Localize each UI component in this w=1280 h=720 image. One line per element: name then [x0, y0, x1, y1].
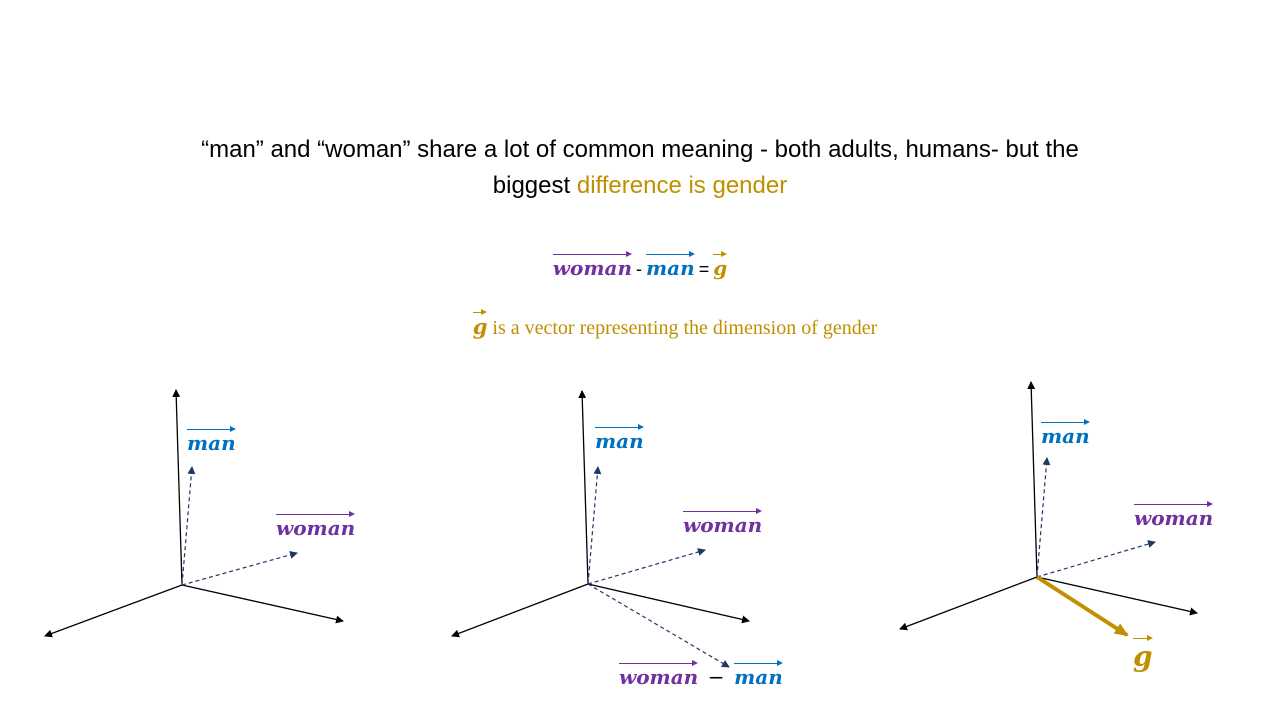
- panel-3-woman-vector: [1036, 540, 1156, 578]
- panel-3-woman-label: woman: [1134, 501, 1214, 530]
- slide: “man” and “woman” share a lot of common …: [0, 0, 1280, 720]
- panel-3-axis-left: [899, 576, 1038, 631]
- panel-1-axis-left: [44, 584, 183, 638]
- panel-1-woman-label: woman: [276, 511, 356, 540]
- vector-diagrams: [44, 381, 1198, 668]
- panel-2-woman-vector: [587, 548, 706, 585]
- panel-3-axis-right: [1036, 576, 1198, 616]
- panel-2-difference-minus: −: [707, 665, 725, 689]
- panel-3-axis-vertical: [1027, 381, 1038, 578]
- panel-2-man-label: man: [595, 424, 644, 453]
- panel-2-difference-vector: [587, 583, 730, 668]
- panel-2-difference-man: man: [734, 660, 783, 689]
- panel-2-axis-right: [587, 583, 750, 624]
- panel-2-man-vector: [587, 466, 602, 585]
- panel-3-gender-vector: [1035, 575, 1129, 637]
- panel-2-axis-left: [451, 583, 589, 638]
- panel-2-woman-label: woman: [683, 508, 763, 537]
- panel-1-axis-right: [181, 584, 344, 624]
- panel-3-man-vector: [1036, 457, 1051, 578]
- panel-1-man-vector: [181, 466, 196, 586]
- panel-1-axis-vertical: [172, 389, 183, 586]
- panel-3-g-label: g: [1133, 635, 1153, 673]
- panel-1-woman-vector: [181, 551, 298, 586]
- panel-2-axis-vertical: [578, 390, 589, 585]
- panel-2-difference-woman: woman: [619, 660, 699, 689]
- panel-2-difference-label: woman − man: [619, 660, 783, 690]
- panel-3-man-label: man: [1041, 419, 1090, 448]
- panel-1-man-label: man: [187, 426, 236, 455]
